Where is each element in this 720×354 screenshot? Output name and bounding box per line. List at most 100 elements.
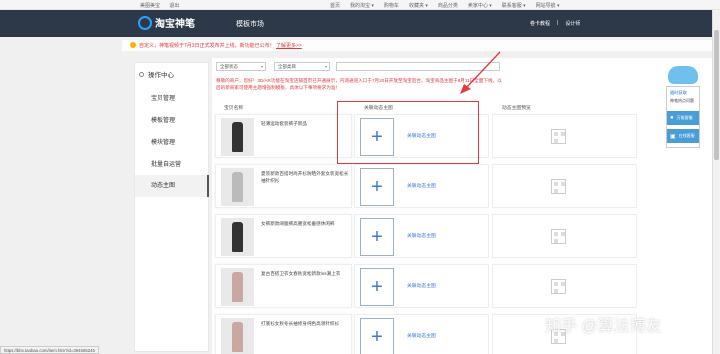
designer-link[interactable]: 设计师 <box>565 20 580 27</box>
account-links: 美图美宝 退出 <box>140 2 187 9</box>
topnav-cart[interactable]: 购物车 <box>384 2 399 9</box>
link-cell: + 关联动态主图 <box>354 264 489 308</box>
category-select[interactable]: 全部类目 ▾ <box>274 62 330 71</box>
qr-code-icon <box>551 179 566 194</box>
add-image-button[interactable]: + <box>360 218 394 256</box>
link-cell: + 关联动态主图 <box>354 314 489 354</box>
announcement-bar: 自定义，神笔视频于7月3日正式发布并上线，新功能已公布！ 了解更多>> <box>122 40 712 51</box>
topnav-favorites[interactable]: 收藏夹 ▾ <box>409 2 428 9</box>
main-header: 淘宝神笔 模板市场 卷卡教程 | 设计师 <box>0 10 712 37</box>
sidebar: 操作中心 宝贝管理 模板管理 模块管理 批量自运营 动态主图 <box>134 62 209 352</box>
qr-code-icon <box>551 129 566 144</box>
chevron-down-icon: ▾ <box>260 64 263 69</box>
qr-code-icon <box>551 229 566 244</box>
status-select[interactable]: 全部状态 ▾ <box>216 62 266 71</box>
add-image-button[interactable]: + <box>360 318 394 354</box>
add-image-button[interactable]: + <box>360 168 394 206</box>
topnav-categories[interactable]: 商品分类 <box>438 2 458 9</box>
status-bar-url: https://bbs.taobao.com/item.htm?id=39456… <box>0 346 99 354</box>
table-row: 复古百搭卫衣女春秋宽松新款ins潮上衣 + 关联动态主图 <box>212 264 712 312</box>
brand-logo[interactable]: 淘宝神笔 <box>138 15 195 30</box>
col-header-link-image: 关联动态主图 <box>364 106 393 111</box>
link-separator: | <box>557 20 559 26</box>
table-row: 夏装新款百搭时尚开衫防晒外套女装宽松长袖针织衫 + 关联动态主图 <box>212 164 712 212</box>
link-cell: + 关联动态主图 <box>354 164 489 208</box>
table-row: 女裤新款阔腿裤高腰宽松垂感休闲裤 + 关联动态主图 <box>212 214 712 262</box>
col-header-preview: 动态主图预览 <box>502 106 531 111</box>
product-thumbnail[interactable] <box>221 168 254 206</box>
product-title[interactable]: 复古百搭卫衣女春秋宽松新款ins潮上衣 <box>261 271 349 278</box>
link-cell: + 关联动态主图 <box>354 114 489 158</box>
qr-code-icon <box>551 279 566 294</box>
add-image-button[interactable]: + <box>360 268 394 306</box>
widget-title: 随时获取 <box>670 90 687 95</box>
product-thumbnail[interactable] <box>221 118 254 156</box>
product-title[interactable]: 轻薄运动套装裤子新品 <box>261 121 349 128</box>
sidebar-item-products[interactable]: 宝贝管理 <box>151 93 175 102</box>
topnav-home[interactable]: 首页 <box>330 2 340 9</box>
topnav-site-map[interactable]: 网站导航 ▾ <box>536 2 560 9</box>
product-cell: 轻薄运动套装裤子新品 <box>215 114 352 158</box>
link-image-link[interactable]: 关联动态主图 <box>407 332 436 339</box>
plus-icon: + <box>371 175 383 198</box>
username-link[interactable]: 美图美宝 <box>140 3 160 9</box>
product-title[interactable]: 打底衫女秋冬长袖修身纯色高领针织衫 <box>261 321 349 328</box>
topnav-support[interactable]: 联系客服 ▾ <box>502 2 526 9</box>
chevron-down-icon: ▾ <box>324 64 327 69</box>
plus-icon: + <box>371 325 383 348</box>
product-title[interactable]: 女裤新款阔腿裤高腰宽松垂感休闲裤 <box>261 221 349 228</box>
add-image-button[interactable]: + <box>360 118 394 156</box>
preview-cell <box>492 264 637 308</box>
col-header-product: 宝贝名称 <box>224 106 244 111</box>
drop-icon: ● <box>670 115 674 121</box>
link-image-link[interactable]: 关联动态主图 <box>407 132 436 139</box>
sidebar-item-modules[interactable]: 模块管理 <box>151 137 175 146</box>
product-cell: 打底衫女秋冬长袖修身纯色高领针织衫 <box>215 314 352 354</box>
product-thumbnail[interactable] <box>221 218 254 256</box>
help-widget: 随时获取 神笔热点问题 ● 万能客服 ▣ 在线客服 <box>666 66 700 148</box>
widget-subtitle[interactable]: 神笔热点问题 <box>670 98 694 104</box>
preview-cell <box>492 164 637 208</box>
chat-icon: ▣ <box>670 133 676 140</box>
preview-cell <box>492 114 637 158</box>
page-scrollbar[interactable] <box>712 10 720 354</box>
sidebar-item-templates[interactable]: 模板管理 <box>151 115 175 124</box>
product-thumbnail[interactable] <box>221 268 254 306</box>
logo-text: 淘宝神笔 <box>155 19 195 30</box>
link-image-link[interactable]: 关联动态主图 <box>407 232 436 239</box>
learn-more-link[interactable]: 了解更多>> <box>276 43 302 49</box>
product-cell: 复古百搭卫衣女春秋宽松新款ins潮上衣 <box>215 264 352 308</box>
top-utility-bar: 美图美宝 退出 首页 我的淘宝 ▾ 购物车 收藏夹 ▾ 商品分类 卖家中心 ▾ … <box>0 0 720 10</box>
operation-icon <box>139 71 144 77</box>
topnav-seller-center[interactable]: 卖家中心 ▾ <box>468 2 492 9</box>
site-links: 首页 我的淘宝 ▾ 购物车 收藏夹 ▾ 商品分类 卖家中心 ▾ 联系客服 ▾ 网… <box>330 2 560 9</box>
plus-icon: + <box>371 225 383 248</box>
universal-service-button[interactable]: ● 万能客服 <box>667 111 699 125</box>
scrollbar-thumb[interactable] <box>714 30 719 160</box>
search-input[interactable] <box>336 62 500 71</box>
cloud-mascot-icon <box>668 66 698 84</box>
logout-link[interactable]: 退出 <box>169 3 179 9</box>
widget-panel: 随时获取 神笔热点问题 ● 万能客服 ▣ 在线客服 <box>666 86 700 148</box>
notice-description: 尊敬的商户，您好！3D/AR功能在淘宝店铺首页已开通展示，内测通道入口于7月20… <box>216 78 502 90</box>
link-cell: + 关联动态主图 <box>354 214 489 258</box>
preview-cell <box>492 214 637 258</box>
plus-icon: + <box>371 275 383 298</box>
product-title[interactable]: 夏装新款百搭时尚开衫防晒外套女装宽松长袖针织衫 <box>261 171 349 184</box>
link-image-link[interactable]: 关联动态主图 <box>407 282 436 289</box>
online-service-button[interactable]: ▣ 在线客服 <box>667 129 699 143</box>
announcement-text: 自定义，神笔视频于7月3日正式发布并上线，新功能已公布！ 了解更多>> <box>139 43 302 49</box>
link-image-link[interactable]: 关联动态主图 <box>407 182 436 189</box>
product-thumbnail[interactable] <box>221 318 254 354</box>
nav-template-market[interactable]: 模板市场 <box>236 19 264 29</box>
header-links: 卷卡教程 | 设计师 <box>530 20 580 27</box>
sidebar-heading: 操作中心 <box>139 69 174 79</box>
sidebar-item-dynamic-image[interactable]: 动态主图 <box>135 175 209 197</box>
plus-icon: + <box>371 125 383 148</box>
sidebar-item-batch-ops[interactable]: 批量自运营 <box>151 159 181 168</box>
product-cell: 女裤新款阔腿裤高腰宽松垂感休闲裤 <box>215 214 352 258</box>
topnav-my-taobao[interactable]: 我的淘宝 ▾ <box>350 2 374 9</box>
tutorial-link[interactable]: 卷卡教程 <box>530 20 550 27</box>
product-cell: 夏装新款百搭时尚开衫防晒外套女装宽松长袖针织衫 <box>215 164 352 208</box>
warning-icon <box>130 42 136 48</box>
